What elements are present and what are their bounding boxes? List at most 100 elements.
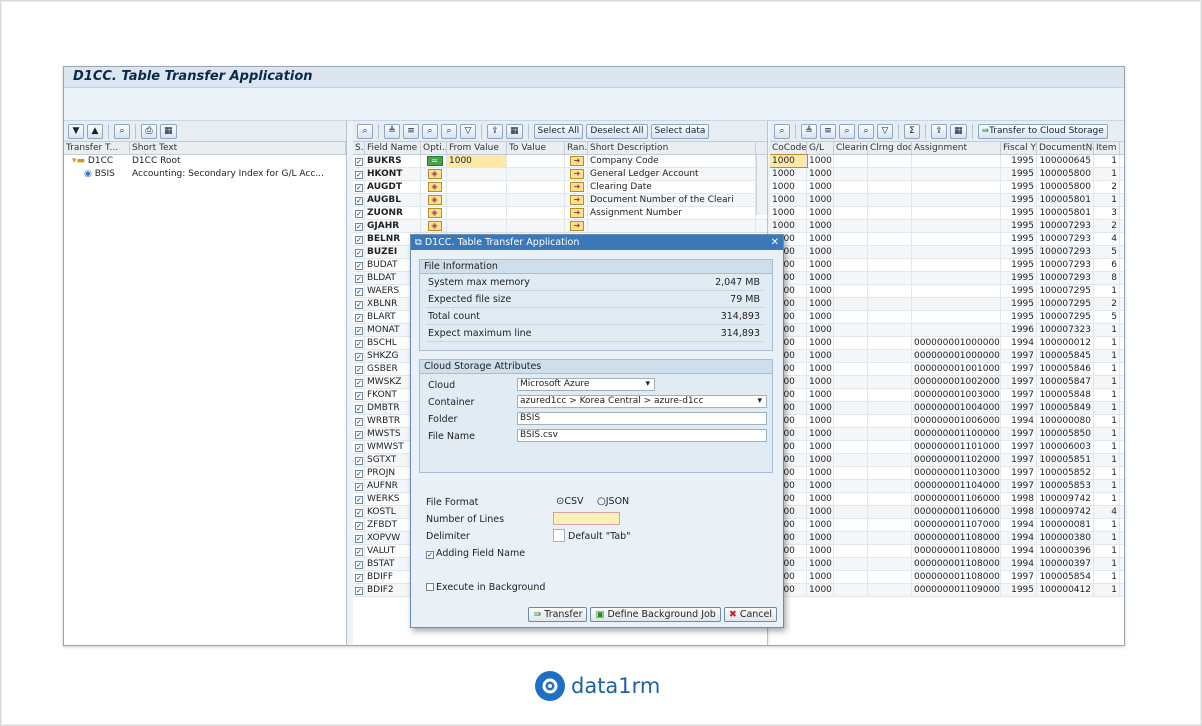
data-cell[interactable]: 000000001000000 — [912, 350, 1001, 362]
data-cell[interactable]: 1000 — [807, 493, 834, 505]
export-icon[interactable]: ⇪ — [931, 123, 947, 139]
data-cell[interactable]: 000000001108000 — [912, 558, 1001, 570]
data-cell[interactable] — [912, 155, 1001, 167]
tree-node-bsis[interactable]: ◉ BSIS Accounting: Secondary Index for G… — [64, 168, 346, 181]
col-field-name[interactable]: Field Name — [365, 142, 421, 154]
field-checkbox[interactable]: ✓ — [353, 493, 365, 505]
data-cell[interactable] — [912, 181, 1001, 193]
data-cell[interactable] — [868, 233, 912, 245]
data-cell[interactable] — [868, 415, 912, 427]
field-checkbox[interactable]: ✓ — [353, 259, 365, 271]
select-data-button[interactable]: Select data — [650, 123, 710, 139]
option-icon[interactable]: ◈ — [427, 220, 442, 231]
deselect-all-button[interactable]: Deselect All — [586, 123, 648, 139]
data-cell[interactable]: 1 — [1094, 350, 1120, 362]
data-cell[interactable]: 4 — [1094, 506, 1120, 518]
field-checkbox[interactable]: ✓ — [353, 363, 365, 375]
data-cell[interactable] — [868, 337, 912, 349]
data-row[interactable]: 1000100019951000072936 — [770, 259, 1124, 272]
data-cell[interactable]: 1000 — [807, 233, 834, 245]
data-cell[interactable] — [868, 532, 912, 544]
field-row[interactable]: ✓ AUGDT ◈ ➜ Clearing Date — [353, 181, 767, 194]
data-cell[interactable] — [834, 441, 868, 453]
data-cell[interactable] — [912, 311, 1001, 323]
data-cell[interactable]: 1000 — [807, 454, 834, 466]
field-checkbox[interactable]: ✓ — [353, 558, 365, 570]
data-cell[interactable]: 100005853 — [1037, 480, 1094, 492]
data-cell[interactable]: 1997 — [1001, 571, 1037, 583]
data-cell[interactable]: 1000 — [807, 285, 834, 297]
data-cell[interactable] — [912, 298, 1001, 310]
data-cell[interactable]: 100005847 — [1037, 376, 1094, 388]
data-cell[interactable]: 000000001004000 — [912, 402, 1001, 414]
option-icon[interactable]: ◈ — [427, 168, 442, 179]
data-cell[interactable] — [868, 428, 912, 440]
data-cell[interactable]: 5 — [1094, 311, 1120, 323]
data-cell[interactable] — [912, 194, 1001, 206]
data-cell[interactable]: 1994 — [1001, 415, 1037, 427]
data-cell[interactable]: 100000081 — [1037, 519, 1094, 531]
option-cell[interactable]: ◈ — [421, 207, 447, 219]
field-checkbox[interactable]: ✓ — [353, 350, 365, 362]
tree-col-shorttext[interactable]: Short Text — [130, 142, 346, 154]
tree-node-root[interactable]: ▾▬ D1CC D1CC Root — [64, 155, 346, 168]
data-cell[interactable]: 2 — [1094, 220, 1120, 232]
details-icon[interactable]: ⌕ — [774, 123, 790, 139]
data-cell[interactable]: 100005850 — [1037, 428, 1094, 440]
data-cell[interactable]: 1000 — [807, 207, 834, 219]
data-cell[interactable]: 1000 — [807, 181, 834, 193]
tree-col-transfer[interactable]: Transfer T... — [64, 142, 130, 154]
data-cell[interactable]: 1000 — [807, 389, 834, 401]
data-cell[interactable]: 1 — [1094, 519, 1120, 531]
data-cell[interactable] — [834, 480, 868, 492]
option-cell[interactable]: ◈ — [421, 168, 447, 180]
data-cell[interactable]: 1000 — [807, 571, 834, 583]
sort-desc-icon[interactable]: ≡ — [403, 123, 419, 139]
data-cell[interactable]: 100007295 — [1037, 285, 1094, 297]
data-cell[interactable]: 1997 — [1001, 467, 1037, 479]
data-row[interactable]: 1000 1000 1995 100007293 2 — [770, 220, 1124, 233]
data-cell[interactable]: 000000001002000 — [912, 376, 1001, 388]
collapse-icon[interactable]: ▲ — [87, 123, 103, 139]
data-cell[interactable]: 1995 — [1001, 272, 1037, 284]
data-cell[interactable]: 1 — [1094, 558, 1120, 570]
data-row[interactable]: 1000100000000000100600019941000000801 — [770, 415, 1124, 428]
data-row[interactable]: 1000 1000 1995 100005801 3 — [770, 207, 1124, 220]
data-cell[interactable]: 000000001001000 — [912, 363, 1001, 375]
sort-desc-icon[interactable]: ≡ — [820, 123, 836, 139]
data-cell[interactable] — [834, 311, 868, 323]
data-cell[interactable] — [834, 454, 868, 466]
data-cell[interactable] — [834, 324, 868, 336]
folder-input[interactable]: BSIS — [517, 412, 767, 425]
data-cell[interactable]: 1 — [1094, 571, 1120, 583]
data-cell[interactable] — [868, 402, 912, 414]
data-cell[interactable]: 1000 — [770, 220, 807, 232]
data-cell[interactable] — [912, 324, 1001, 336]
data-row[interactable]: 1000 1000 1995 100005801 1 — [770, 194, 1124, 207]
data-cell[interactable] — [834, 389, 868, 401]
col-item[interactable]: Item — [1094, 142, 1120, 154]
data-cell[interactable]: 1000 — [807, 545, 834, 557]
data-cell[interactable]: 1994 — [1001, 545, 1037, 557]
data-row[interactable]: 1000 1000 1995 100005800 2 — [770, 181, 1124, 194]
data-cell[interactable]: 1000 — [807, 194, 834, 206]
to-value-input[interactable] — [507, 207, 565, 219]
to-value-input[interactable] — [507, 220, 565, 232]
data-row[interactable]: 1000100000000000110400019971000058531 — [770, 480, 1124, 493]
data-cell[interactable]: 100005845 — [1037, 350, 1094, 362]
field-checkbox[interactable]: ✓ — [353, 168, 365, 180]
data-cell[interactable]: 1997 — [1001, 428, 1037, 440]
field-checkbox[interactable]: ✓ — [353, 233, 365, 245]
data-cell[interactable]: 1000 — [807, 220, 834, 232]
data-cell[interactable]: 1 — [1094, 168, 1120, 180]
field-checkbox[interactable]: ✓ — [353, 584, 365, 596]
from-value-input[interactable] — [447, 194, 507, 206]
data-cell[interactable]: 100007295 — [1037, 298, 1094, 310]
data-cell[interactable] — [868, 298, 912, 310]
data-cell[interactable] — [834, 233, 868, 245]
data-cell[interactable]: 100007293 — [1037, 246, 1094, 258]
data-cell[interactable]: 100000012 — [1037, 337, 1094, 349]
data-cell[interactable]: 1000 — [807, 259, 834, 271]
data-cell[interactable]: 1000 — [770, 207, 807, 219]
data-cell[interactable]: 100007293 — [1037, 220, 1094, 232]
